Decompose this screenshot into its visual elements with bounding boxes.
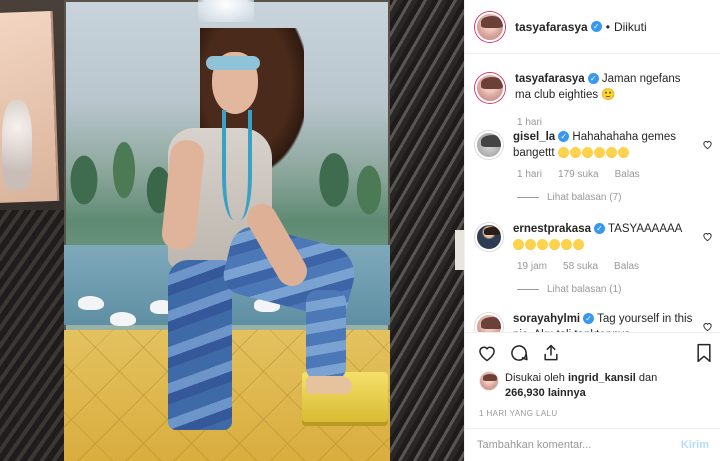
photo-tablecloth-right bbox=[388, 0, 464, 461]
comment-reply-button[interactable]: Balas bbox=[615, 169, 640, 180]
comment-list[interactable]: tasyafarasya ✓ Jaman ngefans ma club eigh… bbox=[465, 55, 720, 332]
commenter-avatar[interactable] bbox=[475, 131, 503, 159]
comment-icon[interactable] bbox=[509, 343, 529, 363]
bookmark-icon[interactable] bbox=[695, 343, 713, 363]
caption-author-avatar[interactable] bbox=[475, 73, 505, 103]
photo-statue bbox=[2, 100, 32, 190]
heart-icon[interactable] bbox=[477, 343, 497, 363]
caption-emoji: 🙂 bbox=[601, 89, 616, 101]
laughing-emoji-icon bbox=[537, 239, 548, 251]
comment-text: TASYAAAAAA bbox=[608, 223, 682, 235]
caption-username[interactable]: tasyafarasya bbox=[515, 73, 585, 85]
camera-flash-glare bbox=[198, 0, 254, 22]
view-replies-button[interactable]: Lihat balasan (7) bbox=[547, 192, 622, 203]
view-replies-button[interactable]: Lihat balasan (1) bbox=[547, 284, 622, 295]
author-username[interactable]: tasyafarasya bbox=[515, 20, 588, 34]
laughing-emoji-icon bbox=[617, 147, 629, 159]
laughing-emoji-icon bbox=[557, 147, 569, 159]
post-header: tasyafarasya ✓ • Diikuti bbox=[465, 0, 720, 54]
add-comment-input[interactable] bbox=[477, 439, 681, 451]
girl-shin bbox=[306, 290, 346, 380]
verified-badge-icon: ✓ bbox=[583, 313, 595, 325]
comment-item: ernestprakasa ✓ TASYAAAAAA 19 jam 58 suka… bbox=[475, 221, 713, 295]
post-timestamp[interactable]: 1 HARI YANG LALU bbox=[479, 409, 558, 418]
follow-button[interactable]: Diikuti bbox=[614, 20, 647, 34]
girl-foot bbox=[306, 376, 352, 394]
comment-like-count[interactable]: 58 suka bbox=[563, 261, 598, 272]
photo-edge bbox=[455, 230, 464, 270]
share-icon[interactable] bbox=[541, 343, 561, 363]
add-comment-bar: Kirim bbox=[465, 428, 720, 461]
caption-time[interactable]: 1 hari bbox=[517, 117, 542, 128]
laughing-emoji-icon bbox=[525, 239, 536, 251]
comment-like-heart-icon[interactable] bbox=[702, 139, 713, 150]
comment-emojis bbox=[513, 239, 585, 251]
girl-necklace bbox=[222, 110, 252, 220]
swan bbox=[110, 312, 136, 326]
verified-badge-icon: ✓ bbox=[558, 131, 570, 143]
comment-emojis bbox=[557, 147, 630, 159]
comment-item: gisel_la ✓ Hahahahaha gemes bangettt 1 ha… bbox=[475, 129, 713, 203]
commenter-avatar[interactable] bbox=[475, 223, 503, 251]
liked-by-joiner: dan bbox=[638, 372, 658, 384]
laughing-emoji-icon bbox=[549, 239, 560, 251]
post-actions: Disukai oleh ingrid_kansil dan 266,930 l… bbox=[465, 332, 720, 432]
photo-tablecloth bbox=[0, 210, 64, 461]
post-side-panel: tasyafarasya ✓ • Diikuti tasyafarasya ✓ J… bbox=[464, 0, 720, 461]
liked-by-prefix: Disukai oleh bbox=[505, 372, 565, 384]
commenter-avatar[interactable] bbox=[475, 313, 503, 332]
verified-badge-icon: ✓ bbox=[587, 73, 599, 85]
comment-reply-button[interactable]: Balas bbox=[614, 261, 639, 272]
verified-badge-icon: ✓ bbox=[594, 223, 605, 235]
laughing-emoji-icon bbox=[605, 147, 617, 159]
separator-dot: • bbox=[605, 19, 610, 34]
liked-by-user[interactable]: ingrid_kansil bbox=[568, 372, 636, 384]
replies-divider bbox=[517, 197, 539, 198]
laughing-emoji-icon bbox=[561, 239, 572, 251]
laughing-emoji-icon bbox=[513, 239, 524, 251]
replies-divider bbox=[517, 289, 539, 290]
comment-time[interactable]: 1 hari bbox=[517, 169, 542, 180]
liker-avatar[interactable] bbox=[479, 371, 499, 391]
liked-by: Disukai oleh ingrid_kansil dan 266,930 l… bbox=[479, 371, 709, 401]
comment-like-count[interactable]: 179 suka bbox=[558, 169, 599, 180]
comment-time[interactable]: 19 jam bbox=[517, 261, 547, 272]
swan bbox=[78, 296, 104, 310]
comment-username[interactable]: ernestprakasa bbox=[513, 223, 591, 235]
send-comment-button[interactable]: Kirim bbox=[681, 439, 709, 451]
comment-username[interactable]: sorayahylmi bbox=[513, 313, 580, 325]
laughing-emoji-icon bbox=[569, 147, 581, 159]
laughing-emoji-icon bbox=[593, 147, 605, 159]
girl-jeans bbox=[168, 260, 232, 430]
comment-item: sorayahylmi✓ Tag yourself in this pic. A… bbox=[475, 311, 713, 332]
post-photo[interactable] bbox=[0, 0, 464, 461]
comment-like-heart-icon[interactable] bbox=[702, 321, 713, 332]
comment-username[interactable]: gisel_la bbox=[513, 131, 555, 143]
caption: tasyafarasya ✓ Jaman ngefans ma club eigh… bbox=[475, 71, 713, 128]
likes-count[interactable]: 266,930 lainnya bbox=[505, 387, 586, 399]
verified-badge-icon: ✓ bbox=[590, 21, 602, 32]
author-avatar[interactable] bbox=[475, 11, 505, 42]
laughing-emoji-icon bbox=[581, 147, 593, 159]
laughing-emoji-icon bbox=[573, 239, 584, 251]
comment-like-heart-icon[interactable] bbox=[702, 231, 713, 242]
girl-headband bbox=[206, 56, 260, 70]
